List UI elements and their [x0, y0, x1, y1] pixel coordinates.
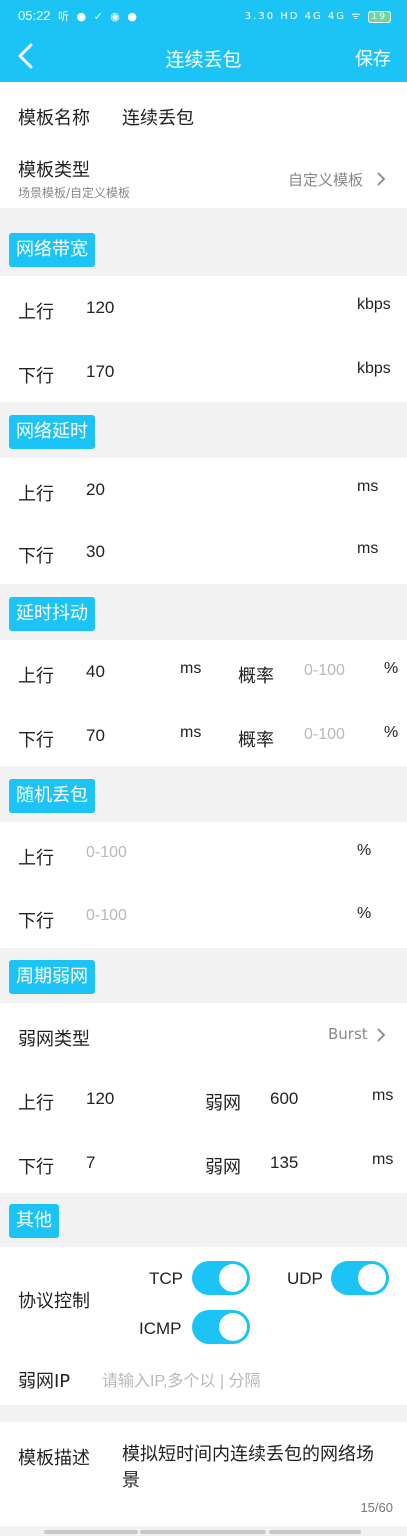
periodic-up-weak-label: 弱网 — [205, 1093, 241, 1114]
periodic-section: 弱网类型 Burst 上行 120 弱网 600 ms 下行 7 弱网 135 … — [0, 1003, 407, 1193]
bandwidth-down-label: 下行 — [18, 366, 54, 387]
jitter-down-prob-label: 概率 — [238, 730, 274, 751]
status-time: 05:22 — [18, 8, 51, 23]
protocol-control-label: 协议控制 — [18, 1291, 90, 1312]
periodic-up-unit: ms — [372, 1087, 394, 1104]
weak-type-value: Burst — [328, 1025, 368, 1043]
section-tag-other: 其他 — [9, 1204, 59, 1238]
bandwidth-up-input[interactable]: 120 — [86, 298, 114, 318]
delay-down-unit: ms — [357, 540, 379, 557]
udp-label: UDP — [287, 1269, 323, 1288]
description-input[interactable]: 模拟短时间内连续丢包的网络场景 — [122, 1442, 384, 1494]
delay-up-label: 上行 — [18, 484, 54, 505]
status-bar: 05:22 听 ● ✓ ◉ ● 3.30 HD 4G 4G ᯤ 19 — [0, 0, 407, 32]
delay-down-label: 下行 — [18, 546, 54, 567]
template-name-input[interactable]: 连续丢包 — [122, 104, 194, 130]
description-label: 模板描述 — [18, 1448, 90, 1469]
jitter-section: 上行 40 ms 概率 0-100 % 下行 70 ms 概率 0-100 % — [0, 640, 407, 766]
section-tag-bandwidth: 网络带宽 — [9, 233, 95, 267]
section-tag-jitter: 延时抖动 — [9, 597, 95, 631]
chevron-right-icon — [377, 172, 386, 186]
save-button[interactable]: 保存 — [355, 45, 391, 71]
jitter-up-prob-label: 概率 — [238, 666, 274, 687]
bandwidth-up-unit: kbps — [357, 296, 391, 313]
bandwidth-down-input[interactable]: 170 — [86, 362, 114, 382]
bandwidth-down-unit: kbps — [357, 360, 391, 377]
description-section: 模板描述 模拟短时间内连续丢包的网络场景 15/60 — [0, 1422, 407, 1526]
toggle-knob — [219, 1313, 247, 1341]
random-loss-section: 上行 0-100 % 下行 0-100 % — [0, 822, 407, 948]
periodic-down-weak-label: 弱网 — [205, 1157, 241, 1178]
gesture-bar-segment — [140, 1530, 266, 1534]
jitter-down-label: 下行 — [18, 730, 54, 751]
delay-up-unit: ms — [357, 478, 379, 495]
template-type-hint: 场景模板/自定义模板 — [18, 186, 131, 200]
bandwidth-up-label: 上行 — [18, 302, 54, 323]
tcp-toggle[interactable] — [192, 1261, 250, 1295]
jitter-up-unit: ms — [180, 660, 202, 677]
periodic-up-input[interactable]: 120 — [86, 1089, 114, 1109]
random-loss-down-input[interactable]: 0-100 — [86, 907, 127, 925]
gesture-bar-segment — [269, 1530, 361, 1534]
description-counter: 15/60 — [360, 1500, 393, 1515]
bandwidth-section: 上行 120 kbps 下行 170 kbps — [0, 276, 407, 402]
jitter-down-prob-input[interactable]: 0-100 — [304, 726, 345, 744]
jitter-up-label: 上行 — [18, 666, 54, 687]
template-type-row[interactable]: 模板类型 场景模板/自定义模板 自定义模板 — [0, 142, 407, 208]
periodic-down-weak-input[interactable]: 135 — [270, 1153, 298, 1173]
notification-icons: 听 ● ✓ ◉ ● — [58, 10, 139, 23]
page-title: 连续丢包 — [165, 49, 242, 71]
random-loss-down-unit: % — [357, 905, 372, 922]
random-loss-down-label: 下行 — [18, 911, 54, 932]
periodic-up-label: 上行 — [18, 1093, 54, 1114]
weak-type-row[interactable]: 弱网类型 Burst — [0, 1003, 407, 1067]
random-loss-up-unit: % — [357, 842, 372, 859]
delay-down-input[interactable]: 30 — [86, 542, 105, 562]
section-tag-delay: 网络延时 — [9, 415, 95, 449]
weak-ip-label: 弱网IP — [18, 1371, 71, 1392]
jitter-up-input[interactable]: 40 — [86, 662, 105, 682]
periodic-down-unit: ms — [372, 1151, 394, 1168]
system-icons: 3.30 HD 4G 4G ᯤ 19 — [245, 8, 391, 23]
random-loss-up-input[interactable]: 0-100 — [86, 844, 127, 862]
delay-up-input[interactable]: 20 — [86, 480, 105, 500]
template-info-section: 模板名称 连续丢包 模板类型 场景模板/自定义模板 自定义模板 — [0, 82, 407, 208]
weak-ip-input[interactable]: 请输入IP,多个以 | 分隔 — [102, 1367, 261, 1391]
jitter-up-prob-input[interactable]: 0-100 — [304, 662, 345, 680]
periodic-down-label: 下行 — [18, 1157, 54, 1178]
jitter-down-input[interactable]: 70 — [86, 726, 105, 746]
tcp-label: TCP — [149, 1269, 183, 1288]
weak-type-label: 弱网类型 — [18, 1029, 90, 1050]
header-bar: 连续丢包 保存 — [0, 32, 407, 82]
other-section: 协议控制 TCP UDP ICMP 弱网IP 请输入IP,多个以 | 分隔 — [0, 1247, 407, 1405]
chevron-right-icon — [377, 1028, 386, 1042]
toggle-knob — [219, 1264, 247, 1292]
icmp-toggle[interactable] — [192, 1310, 250, 1344]
section-tag-periodic: 周期弱网 — [9, 960, 95, 994]
udp-toggle[interactable] — [331, 1261, 389, 1295]
icmp-label: ICMP — [139, 1319, 182, 1338]
jitter-down-prob-unit: % — [384, 724, 399, 741]
signal-icons: 3.30 HD 4G 4G ᯤ — [244, 11, 363, 22]
gesture-bar-segment — [44, 1530, 138, 1534]
jitter-up-prob-unit: % — [384, 660, 399, 677]
template-type-value: 自定义模板 — [288, 171, 364, 189]
toggle-knob — [358, 1264, 386, 1292]
delay-section: 上行 20 ms 下行 30 ms — [0, 458, 407, 584]
battery-icon: 19 — [367, 11, 391, 23]
periodic-down-input[interactable]: 7 — [86, 1153, 95, 1173]
template-name-label: 模板名称 — [18, 108, 90, 129]
random-loss-up-label: 上行 — [18, 848, 54, 869]
template-type-label: 模板类型 — [18, 160, 90, 181]
jitter-down-unit: ms — [180, 724, 202, 741]
periodic-up-weak-input[interactable]: 600 — [270, 1089, 298, 1109]
section-tag-random-loss: 随机丢包 — [9, 779, 95, 813]
